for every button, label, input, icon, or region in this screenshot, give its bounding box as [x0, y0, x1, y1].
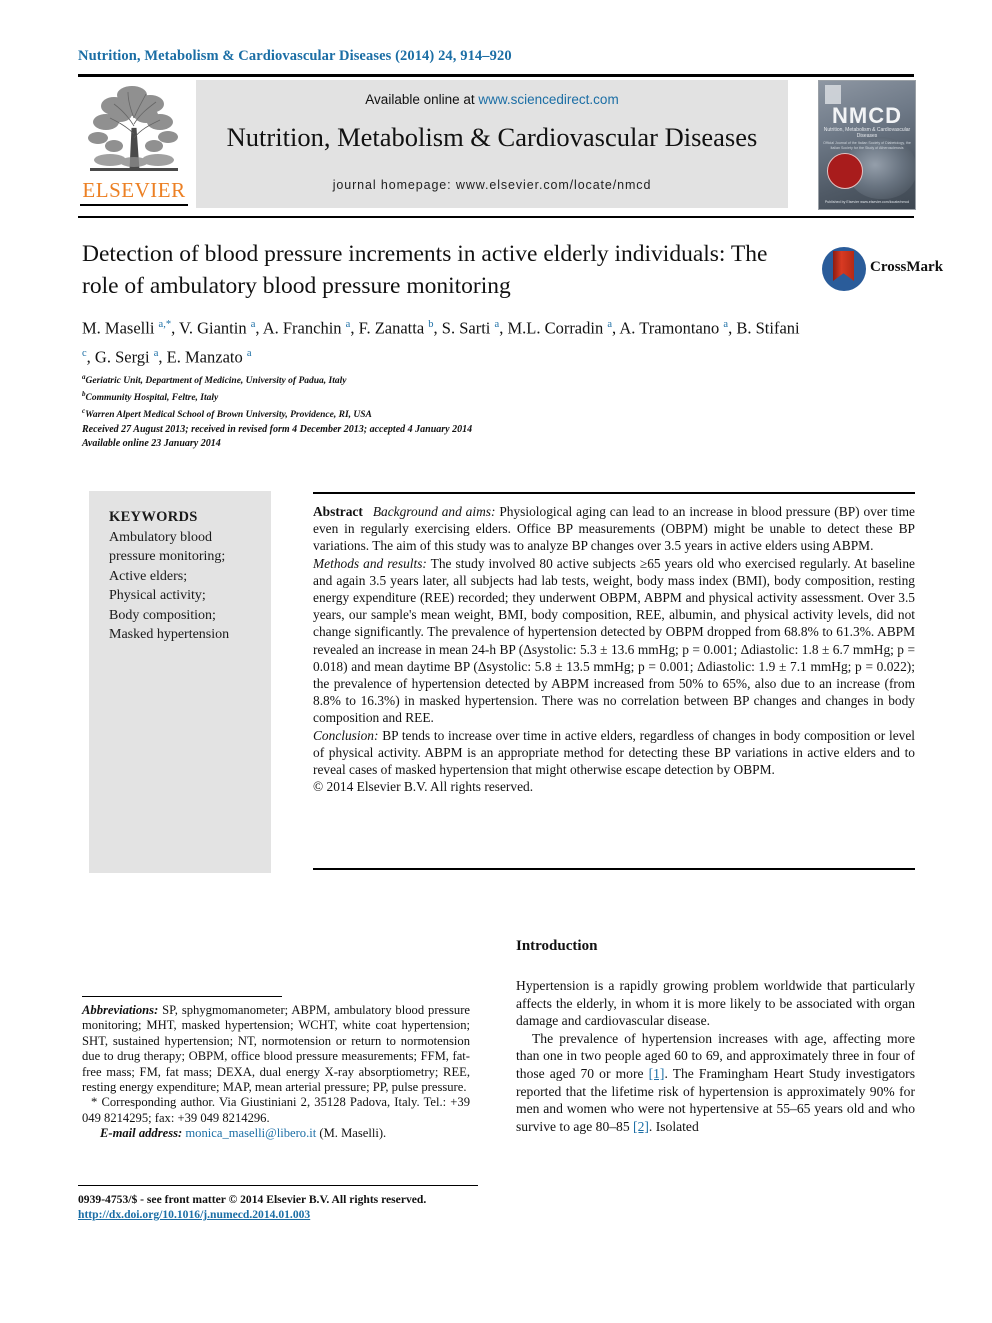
abstract-body: Abstract Background and aims: Physiologic…: [313, 503, 915, 795]
email-label: E-mail address:: [100, 1126, 183, 1141]
footer-copyright: 0939-4753/$ - see front matter © 2014 El…: [78, 1193, 427, 1206]
keywords-panel: KEYWORDS Ambulatory blood pressure monit…: [89, 491, 271, 873]
cover-subtitle: Nutrition, Metabolism & Cardiovascular D…: [823, 127, 911, 139]
affiliation-item: cWarren Alpert Medical School of Brown U…: [82, 405, 682, 422]
page-footer: 0939-4753/$ - see front matter © 2014 El…: [78, 1192, 578, 1222]
email-line: E-mail address: monica_maselli@libero.it…: [82, 1126, 470, 1141]
abstract-label: Abstract: [313, 504, 363, 519]
affiliation-item: aGeriatric Unit, Department of Medicine,…: [82, 371, 682, 388]
keyword-item[interactable]: Masked hypertension: [109, 625, 259, 645]
introduction-paragraph-1: Hypertension is a rapidly growing proble…: [516, 978, 915, 1029]
journal-homepage[interactable]: journal homepage: www.elsevier.com/locat…: [196, 178, 788, 192]
header-rule: [78, 74, 914, 77]
abstract-paragraph-background: Abstract Background and aims: Physiologic…: [313, 503, 915, 555]
running-head-pages: , 914–920: [452, 48, 512, 64]
crossmark-icon: [822, 247, 866, 291]
corresponding-author: * Corresponding author. Via Giustiniani …: [82, 1095, 470, 1125]
keywords-list: KEYWORDS Ambulatory blood pressure monit…: [109, 508, 259, 645]
article-title: Detection of blood pressure increments i…: [82, 241, 768, 299]
intro-p2-part3: . Isolated: [648, 1118, 699, 1134]
introduction-heading: Introduction: [516, 938, 598, 954]
running-head-year: (2014): [395, 48, 439, 64]
keyword-item[interactable]: Physical activity;: [109, 586, 259, 606]
keywords-heading: KEYWORDS: [109, 509, 198, 525]
footnote-rule: [82, 996, 282, 997]
email-owner: (M. Maselli).: [316, 1126, 387, 1141]
cover-society-badge: [827, 153, 863, 189]
abstract-bottom-rule: [313, 868, 915, 870]
affiliation-item: bCommunity Hospital, Feltre, Italy: [82, 388, 682, 405]
running-head-journal: Nutrition, Metabolism & Cardiovascular D…: [78, 48, 392, 64]
email-link[interactable]: monica_maselli@libero.it: [185, 1126, 316, 1140]
abbreviations-label: Abbreviations:: [82, 1003, 159, 1017]
history-received: Received 27 August 2013; received in rev…: [82, 424, 473, 435]
abstract-methods-text: The study involved 80 active subjects ≥6…: [313, 555, 915, 726]
crossmark-badge[interactable]: CrossMark: [822, 243, 943, 295]
journal-cover-thumbnail[interactable]: NMCD Nutrition, Metabolism & Cardiovascu…: [818, 80, 916, 210]
reference-link-1[interactable]: [1]: [649, 1066, 665, 1081]
running-head: Nutrition, Metabolism & Cardiovascular D…: [78, 48, 512, 65]
abbreviations-block: Abbreviations: SP, sphygmomanometer; ABP…: [82, 1003, 470, 1142]
elsevier-underline: [80, 204, 188, 206]
abstract-paragraph-conclusion: Conclusion: BP tends to increase over ti…: [313, 727, 915, 779]
cover-elsevier-mark: [825, 85, 841, 104]
keyword-item[interactable]: Active elders;: [109, 567, 259, 587]
sciencedirect-link[interactable]: www.sciencedirect.com: [478, 92, 618, 107]
article-history: Received 27 August 2013; received in rev…: [82, 423, 722, 451]
elsevier-tree-icon: [84, 82, 184, 177]
abstract-top-rule: [313, 492, 915, 494]
introduction-paragraph-2: The prevalence of hypertension increases…: [516, 1030, 915, 1136]
elsevier-wordmark: ELSEVIER: [82, 178, 186, 202]
available-online-line: Available online at www.sciencedirect.co…: [196, 92, 788, 107]
elsevier-logo: ELSEVIER: [78, 80, 190, 210]
keyword-item[interactable]: Body composition;: [109, 606, 259, 626]
keyword-item[interactable]: Ambulatory blood pressure monitoring;: [109, 528, 259, 567]
article-page: Nutrition, Metabolism & Cardiovascular D…: [0, 0, 992, 1323]
journal-masthead: ELSEVIER Available online at www.science…: [78, 80, 916, 210]
available-online-label: Available online at: [365, 92, 479, 107]
affiliation-list: aGeriatric Unit, Department of Medicine,…: [82, 371, 682, 422]
cover-acronym: NMCD: [832, 103, 902, 128]
reference-link-2[interactable]: [2]: [633, 1119, 649, 1134]
cover-footer-text: Published by Elsevier www.elsevier.com/l…: [824, 200, 910, 204]
abbreviations-text: Abbreviations: SP, sphygmomanometer; ABP…: [82, 1003, 470, 1095]
affiliation-text: Warren Alpert Medical School of Brown Un…: [85, 410, 372, 421]
abstract-copyright: © 2014 Elsevier B.V. All rights reserved…: [313, 779, 534, 795]
doi-link[interactable]: http://dx.doi.org/10.1016/j.numecd.2014.…: [78, 1208, 310, 1221]
journal-title: Nutrition, Metabolism & Cardiovascular D…: [226, 122, 758, 152]
abstract-conclusion-text: BP tends to increase over time in active…: [313, 727, 915, 778]
abstract-paragraph-methods: Methods and results: The study involved …: [313, 555, 915, 727]
abstract-conclusion-label: Conclusion:: [313, 727, 379, 743]
abstract-methods-label: Methods and results:: [313, 555, 427, 571]
affiliation-text: Community Hospital, Feltre, Italy: [85, 393, 219, 404]
abstract-background-label: Background and aims:: [372, 504, 496, 519]
running-head-volume: 24: [438, 48, 453, 64]
author-list: M. Maselli a,*, V. Giantin a, A. Franchi…: [82, 318, 800, 367]
history-available-online: Available online 23 January 2014: [82, 438, 221, 449]
crossmark-label: CrossMark: [870, 259, 944, 275]
masthead-bottom-rule: [78, 216, 914, 218]
introduction-body: Hypertension is a rapidly growing proble…: [516, 977, 915, 1135]
cover-tagline: Official Journal of the Italian Society …: [823, 141, 911, 150]
journal-band: Available online at www.sciencedirect.co…: [196, 80, 788, 208]
affiliation-text: Geriatric Unit, Department of Medicine, …: [85, 376, 347, 387]
footer-rule: [78, 1185, 478, 1186]
